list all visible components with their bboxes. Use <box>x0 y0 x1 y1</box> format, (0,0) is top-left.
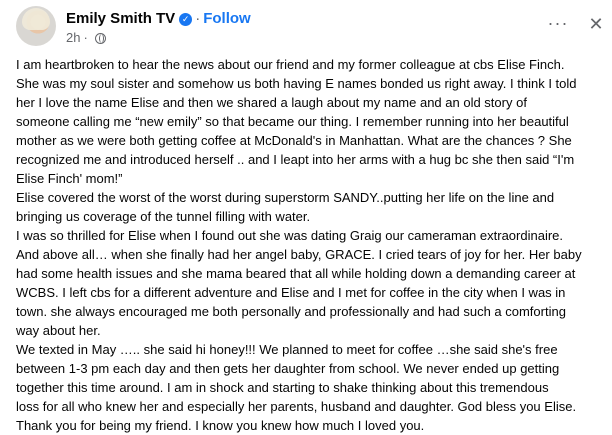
meta-separator-dot: · <box>83 30 88 45</box>
post-header: Emily Smith TV ✓ · Follow 2h · ··· ✕ <box>0 0 612 48</box>
post-text-line: Elise Finch' mom!” <box>16 171 123 186</box>
post-text-line: loss for all who knew her and especially… <box>16 399 577 414</box>
post-text-line: had some health issues and she mama bear… <box>16 266 576 281</box>
post-text-line: Elise covered the worst of the worst dur… <box>16 190 555 205</box>
post-text-line: She was my soul sister and somehow us bo… <box>16 76 577 91</box>
post-text-line: together this time around. I am in shock… <box>16 380 549 395</box>
post-meta: 2h · <box>66 30 106 46</box>
post-text-line: her I love the name Elise and then we sh… <box>16 95 527 110</box>
author-line: Emily Smith TV ✓ · Follow <box>66 10 251 28</box>
post-text-line: I was so thrilled for Elise when I found… <box>16 228 563 243</box>
post-text-line: mother as we were both getting coffee at… <box>16 133 572 148</box>
follow-button[interactable]: Follow <box>203 10 251 27</box>
separator-dot: · <box>195 10 201 27</box>
author-name[interactable]: Emily Smith TV <box>66 10 175 27</box>
post-text-line: We texted in May ….. she said hi honey!!… <box>16 342 558 357</box>
post-text-line: between 1-3 pm each day and then gets he… <box>16 361 560 376</box>
post-text-line: Thank you for being my friend. I know yo… <box>16 418 425 433</box>
post-text-line: bringing us coverage of the tunnel filli… <box>16 209 311 224</box>
more-options-icon[interactable]: ··· <box>546 12 570 36</box>
post-text-line: way about her. <box>16 323 101 338</box>
post-timestamp[interactable]: 2h <box>66 30 80 45</box>
author-avatar[interactable] <box>16 6 56 46</box>
post-text-line: recognized me and introduced herself .. … <box>16 152 575 167</box>
post-text-line: town. she always encouraged me both pers… <box>16 304 566 319</box>
verified-badge-icon: ✓ <box>179 13 193 26</box>
post-text-line: WCBS. I left cbs for a different adventu… <box>16 285 566 300</box>
post-text-line: And above all… when she finally had her … <box>16 247 582 262</box>
facebook-post: Emily Smith TV ✓ · Follow 2h · ··· ✕ I am he… <box>0 0 612 433</box>
close-icon[interactable]: ✕ <box>584 12 608 36</box>
post-text-line: I am heartbroken to hear the news about … <box>16 57 565 72</box>
globe-icon <box>94 33 106 44</box>
post-body: I am heartbroken to hear the news about … <box>16 55 612 435</box>
post-text-line: someone calling me “new emily” so that b… <box>16 114 569 129</box>
